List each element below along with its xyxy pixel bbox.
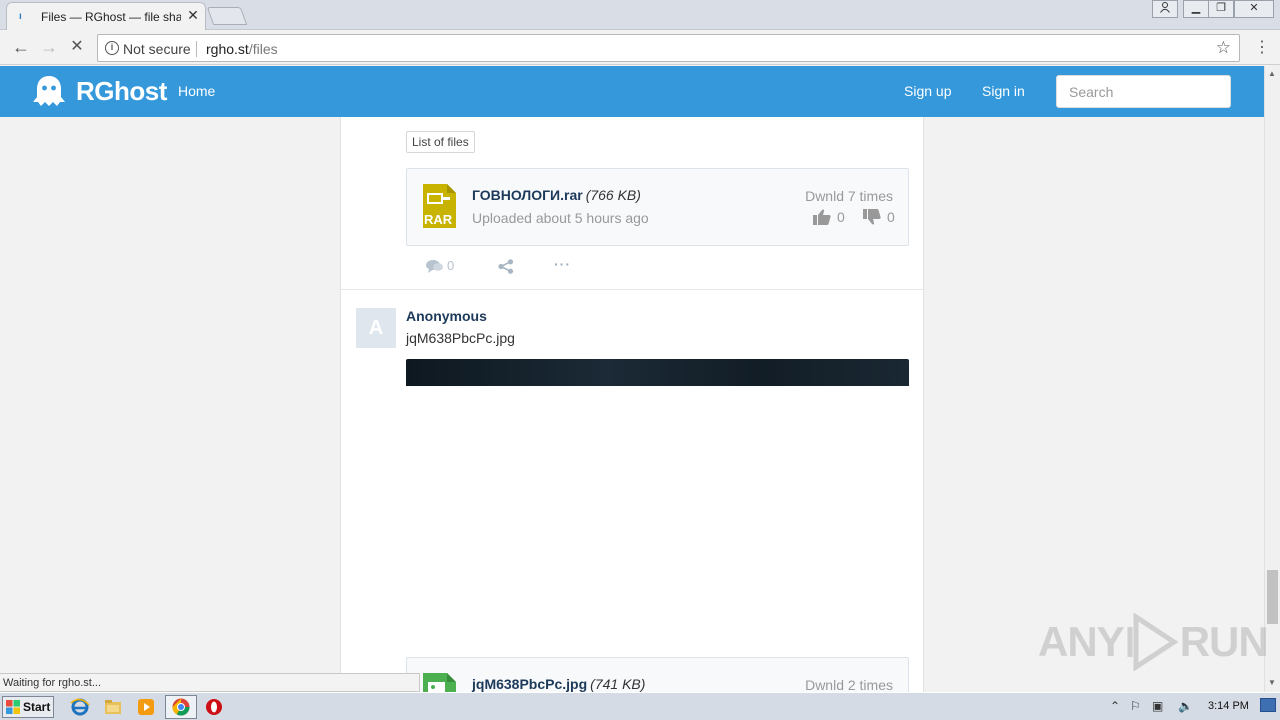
more-options-icon[interactable]: ··· <box>554 256 571 272</box>
back-arrow-icon[interactable]: ← <box>10 37 32 59</box>
file-name: jqM638PbcPc.jpg <box>472 676 588 692</box>
chrome-taskbar-button[interactable] <box>165 695 197 719</box>
taskbar-clock[interactable]: 3:14 PM <box>1208 700 1249 712</box>
show-desktop-button[interactable] <box>1260 698 1276 712</box>
security-label[interactable]: Not secure <box>123 41 191 57</box>
logo-text: RGhost <box>76 75 167 106</box>
page-scrollbar[interactable]: ▲ ▼ <box>1264 66 1280 692</box>
network-icon[interactable]: ▣ <box>1152 699 1163 713</box>
upload-date: Uploaded about 5 hours ago <box>472 210 649 226</box>
list-of-files-tag[interactable]: List of files <box>406 131 475 153</box>
avatar[interactable]: A <box>356 308 396 348</box>
media-player-icon[interactable] <box>136 697 156 717</box>
volume-icon[interactable]: 🔈 <box>1178 699 1193 713</box>
watermark-text-right: RUN <box>1179 618 1269 665</box>
action-center-flag-icon[interactable]: ⚐ <box>1130 699 1141 713</box>
windows-logo-icon <box>6 700 20 714</box>
rar-icon-label: RAR <box>424 212 453 227</box>
post-actions: 0 ··· <box>426 256 586 276</box>
browser-tab[interactable]: ı Files — RGhost — file sharing ✕ <box>6 2 206 30</box>
file-feed: List of files RAR ГОВНОЛОГИ.rar (766 KB) … <box>340 117 924 692</box>
start-label: Start <box>23 700 51 714</box>
tab-close-icon[interactable]: ✕ <box>185 7 201 23</box>
post-title: jqM638PbcPc.jpg <box>406 330 515 346</box>
omnibox-separator <box>196 41 197 57</box>
url-host: rgho.st <box>206 41 249 57</box>
like-button[interactable]: 0 <box>813 209 845 225</box>
url-text[interactable]: rgho.st/files <box>206 41 278 57</box>
new-tab-button[interactable] <box>206 7 248 25</box>
info-icon[interactable]: i <box>105 41 119 55</box>
windows-taskbar: Start ⌃ ⚐ ▣ 🔈 3:14 PM <box>0 692 1280 720</box>
thumbs-down-icon <box>863 209 881 225</box>
jpg-file-icon <box>423 673 456 692</box>
play-logo-icon <box>1127 613 1178 671</box>
dislike-button[interactable]: 0 <box>863 209 895 225</box>
like-count: 0 <box>837 209 845 225</box>
status-bubble: Waiting for rgho.st... <box>0 673 420 692</box>
browser-toolbar: ← → ✕ i Not secure rgho.st/files ☆ ⋮ <box>0 31 1280 65</box>
post-author[interactable]: Anonymous <box>406 308 487 324</box>
page-content: List of files RAR ГОВНОЛОГИ.rar (766 KB) … <box>0 117 1264 692</box>
file-name-link[interactable]: ГОВНОЛОГИ.rar (766 KB) <box>472 187 641 203</box>
share-icon[interactable] <box>498 259 514 274</box>
start-button[interactable]: Start <box>2 696 54 718</box>
anyrun-watermark: ANY RUN <box>1038 612 1269 672</box>
file-name: ГОВНОЛОГИ.rar <box>472 187 583 203</box>
minimize-button[interactable]: ▁ <box>1183 0 1209 18</box>
url-path: /files <box>248 41 278 57</box>
file-size: (766 KB) <box>585 187 641 203</box>
forward-arrow-icon[interactable]: → <box>38 37 60 59</box>
profile-icon[interactable] <box>1152 0 1178 18</box>
file-card[interactable]: jqM638PbcPc.jpg (741 KB) Dwnld 2 times <box>406 657 909 692</box>
image-preview[interactable] <box>406 359 909 386</box>
tab-title: Files — RGhost — file sharing <box>41 10 181 24</box>
window-close-button[interactable]: ✕ <box>1234 0 1274 18</box>
nav-signup-link[interactable]: Sign up <box>904 83 951 99</box>
scroll-thumb[interactable] <box>1267 570 1278 624</box>
download-count: Dwnld 2 times <box>805 677 893 692</box>
file-size: (741 KB) <box>590 676 646 692</box>
download-count: Dwnld 7 times <box>805 188 893 204</box>
nav-signin-link[interactable]: Sign in <box>982 83 1025 99</box>
dislike-count: 0 <box>887 209 895 225</box>
comments-icon <box>426 259 443 273</box>
browser-titlebar: ı Files — RGhost — file sharing ✕ ▁ ❐ ✕ <box>0 0 1280 30</box>
show-hidden-icons-icon[interactable]: ⌃ <box>1110 699 1120 713</box>
scroll-down-arrow-icon[interactable]: ▼ <box>1268 678 1276 687</box>
comments-count: 0 <box>447 258 455 273</box>
browser-menu-icon[interactable]: ⋮ <box>1254 37 1270 59</box>
site-logo[interactable]: RGhost <box>32 75 167 107</box>
watermark-text-left: ANY <box>1038 618 1125 665</box>
site-header: RGhost Home Sign up Sign in <box>0 66 1264 117</box>
restore-button[interactable]: ❐ <box>1208 0 1234 18</box>
file-name-link[interactable]: jqM638PbcPc.jpg (741 KB) <box>472 676 645 692</box>
stop-loading-icon[interactable]: ✕ <box>66 37 88 59</box>
address-bar[interactable]: i Not secure rgho.st/files ☆ <box>97 34 1240 62</box>
thumbs-up-icon <box>813 209 831 225</box>
scroll-up-arrow-icon[interactable]: ▲ <box>1268 69 1276 78</box>
internet-explorer-icon[interactable] <box>70 697 90 717</box>
search-input[interactable] <box>1056 75 1231 108</box>
file-explorer-icon[interactable] <box>103 697 123 717</box>
tab-favicon-icon: ı <box>19 11 22 22</box>
chrome-icon <box>172 698 190 716</box>
file-card[interactable]: RAR ГОВНОЛОГИ.rar (766 KB) Uploaded about… <box>406 168 909 246</box>
post-divider <box>341 289 923 290</box>
bookmark-star-icon[interactable]: ☆ <box>1216 38 1231 58</box>
nav-home-link[interactable]: Home <box>178 83 215 99</box>
comments-button[interactable]: 0 <box>426 258 454 273</box>
ghost-logo-icon <box>33 76 65 106</box>
opera-icon[interactable] <box>204 697 224 717</box>
